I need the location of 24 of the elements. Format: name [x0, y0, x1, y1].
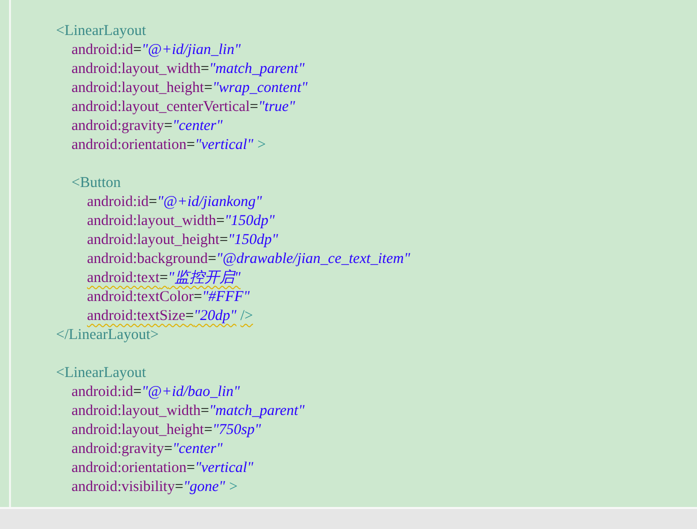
code-line: android:orientation="vertical" >: [72, 136, 266, 155]
code-line: <Button: [72, 174, 121, 193]
code-line: android:background="@drawable/jian_ce_text_item": [87, 250, 410, 269]
code-line: android:text="监控开启": [87, 269, 241, 288]
code-line: android:visibility="gone" >: [72, 478, 238, 497]
code-line: android:orientation="vertical": [72, 459, 254, 478]
code-line: android:layout_width="match_parent": [72, 402, 304, 421]
code-line: android:textColor="#FFF": [87, 288, 250, 307]
code-line: android:layout_height="150dp": [87, 231, 278, 250]
code-line: android:id="@+id/jian_lin": [72, 41, 241, 60]
code-line: android:layout_width="150dp": [87, 212, 275, 231]
code-line: android:gravity="center": [72, 117, 223, 136]
horizontal-scrollbar[interactable]: [0, 507, 697, 529]
code-line: android:layout_centerVertical="true": [72, 98, 295, 117]
code-line: android:layout_height="750sp": [72, 421, 261, 440]
code-line: android:gravity="center": [72, 440, 223, 459]
code-line: android:layout_width="match_parent": [72, 60, 304, 79]
code-line: <LinearLayout: [56, 364, 146, 383]
code-line: </LinearLayout>: [56, 326, 159, 345]
code-line: android:id="@+id/jiankong": [87, 193, 262, 212]
code-line: android:textSize="20dp" />: [87, 307, 254, 326]
code-line: android:layout_height="wrap_content": [72, 79, 308, 98]
code-line: android:id="@+id/bao_lin": [72, 383, 240, 402]
code-line: <LinearLayout: [56, 22, 146, 41]
